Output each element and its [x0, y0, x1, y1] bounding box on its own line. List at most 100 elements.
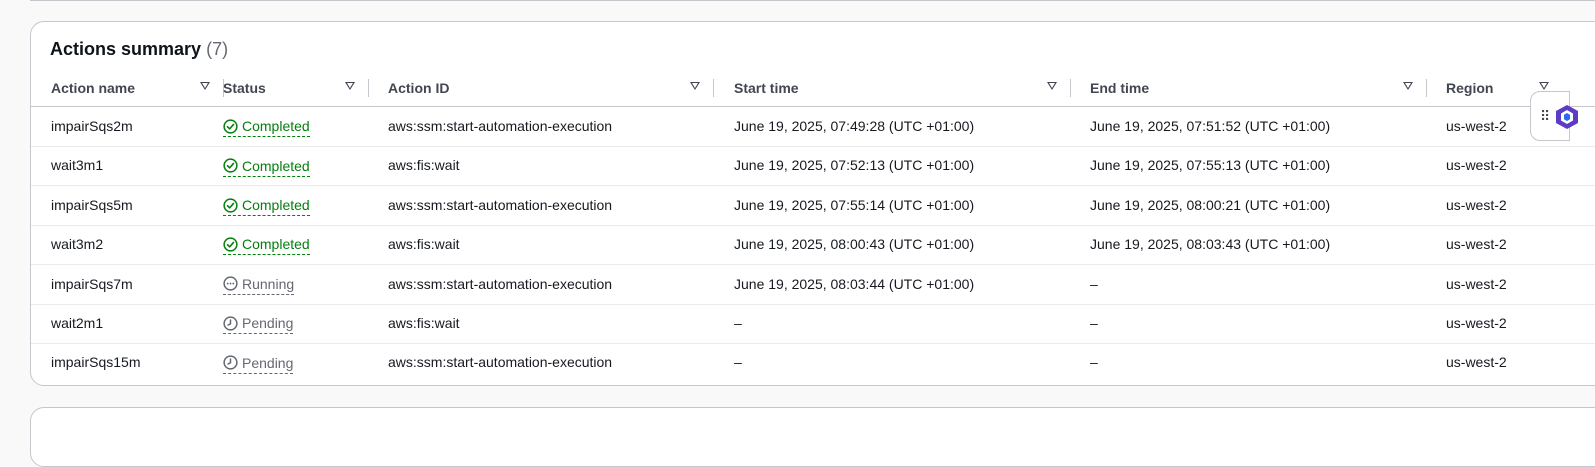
- cell-region: us-west-2: [1446, 275, 1507, 292]
- cell-end-time: June 19, 2025, 07:51:52 (UTC +01:00): [1090, 118, 1331, 134]
- cell-status: Pending: [223, 304, 294, 343]
- column-header-status[interactable]: Status: [223, 76, 388, 106]
- cell-region: us-west-2: [1446, 157, 1507, 174]
- cell-status: Completed: [223, 225, 310, 264]
- column-header-action-name[interactable]: Action name: [51, 76, 224, 106]
- cell-action-id: aws:fis:wait: [388, 315, 460, 331]
- cell-end-time: June 19, 2025, 07:55:13 (UTC +01:00): [1090, 157, 1331, 174]
- cell-start-time: –: [734, 354, 742, 371]
- cell-start-time: June 19, 2025, 08:00:43 (UTC +01:00): [734, 236, 975, 253]
- cell-status: Completed: [223, 186, 310, 225]
- hexagon-logo-icon[interactable]: [1555, 104, 1579, 130]
- column-header-label: Start time: [734, 80, 799, 96]
- sort-caret-down-icon[interactable]: [345, 82, 355, 90]
- column-header-action-id[interactable]: Action ID: [388, 76, 714, 106]
- cell-status: Pending: [223, 343, 294, 382]
- cell-action-name: impairSqs7m: [51, 275, 133, 292]
- cell-end-time: –: [1090, 275, 1098, 292]
- column-header-label: Region: [1446, 80, 1494, 96]
- cell-start-time: June 19, 2025, 07:52:13 (UTC +01:00): [734, 157, 975, 174]
- table-row: impairSqs15m Pending aws:ssm:start-automat…: [31, 343, 1595, 382]
- cell-start-time: June 19, 2025, 08:03:44 (UTC +01:00): [734, 275, 975, 292]
- cell-action-name: impairSqs15m: [51, 354, 141, 371]
- status-label: Completed: [242, 236, 310, 253]
- cell-end-time: June 19, 2025, 08:00:21 (UTC +01:00): [1090, 196, 1331, 213]
- table-row: wait3m2 Completed aws:fis:wait June 19, 202…: [31, 225, 1595, 266]
- panel-title-count: (7): [206, 39, 229, 59]
- cell-end-time: –: [1090, 354, 1098, 371]
- sort-caret-down-icon[interactable]: [1539, 82, 1549, 90]
- cell-end-time: June 19, 2025, 08:03:43 (UTC +01:00): [1090, 236, 1331, 253]
- status-label: Running: [242, 275, 295, 292]
- status-label: Pending: [242, 315, 294, 332]
- cell-region: us-west-2: [1446, 196, 1507, 213]
- status-label: Completed: [242, 197, 310, 214]
- column-resizer[interactable]: [1070, 79, 1071, 97]
- status-indicator[interactable]: Running: [223, 275, 295, 295]
- status-label: Pending: [242, 354, 294, 371]
- column-header-start-time[interactable]: Start time: [734, 76, 1071, 106]
- column-resizer[interactable]: [713, 79, 714, 97]
- cell-action-id: aws:ssm:start-automation-execution: [388, 118, 613, 134]
- cell-status: Completed: [223, 107, 310, 146]
- status-label: Completed: [242, 157, 310, 174]
- drag-handle-icon[interactable]: ⠿: [1540, 109, 1550, 123]
- column-header-label: Action ID: [388, 80, 450, 96]
- sort-caret-down-icon[interactable]: [1047, 82, 1057, 90]
- column-header-label: Status: [223, 80, 266, 96]
- column-resizer[interactable]: [1426, 79, 1427, 97]
- status-indicator[interactable]: Completed: [223, 117, 310, 138]
- panel-title: Actions summary (7): [50, 39, 228, 60]
- check-circle-icon: [223, 119, 238, 134]
- table-header: Action name Status Action ID Start time …: [31, 76, 1595, 107]
- column-header-end-time[interactable]: End time: [1090, 76, 1427, 106]
- cell-region: us-west-2: [1446, 315, 1507, 331]
- status-indicator[interactable]: Completed: [223, 157, 310, 177]
- cell-status: Completed: [223, 146, 310, 185]
- cell-start-time: June 19, 2025, 07:55:14 (UTC +01:00): [734, 196, 975, 213]
- top-separator: [30, 0, 1595, 3]
- cell-region: us-west-2: [1446, 118, 1507, 134]
- status-indicator[interactable]: Pending: [223, 314, 294, 335]
- cell-action-id: aws:ssm:start-automation-execution: [388, 354, 613, 371]
- cell-action-name: impairSqs5m: [51, 196, 133, 213]
- cell-start-time: June 19, 2025, 07:49:28 (UTC +01:00): [734, 118, 975, 134]
- check-circle-icon: [223, 237, 238, 252]
- cell-action-name: wait3m1: [51, 157, 104, 174]
- cell-start-time: –: [734, 315, 742, 331]
- cell-action-name: wait3m2: [51, 236, 104, 253]
- status-indicator[interactable]: Pending: [223, 354, 294, 374]
- cell-action-name: impairSqs2m: [51, 118, 133, 134]
- panel-title-text: Actions summary: [50, 39, 202, 59]
- cell-end-time: –: [1090, 315, 1098, 331]
- clock-icon: [223, 316, 238, 331]
- table-row: impairSqs5m Completed aws:ssm:start-automa…: [31, 186, 1595, 226]
- check-circle-icon: [223, 158, 238, 173]
- ellipsis-circle-icon: [223, 276, 238, 292]
- resources-panel-title-clipped: [51, 426, 191, 446]
- sort-caret-down-icon[interactable]: [200, 82, 210, 90]
- cell-action-id: aws:fis:wait: [388, 157, 460, 174]
- actions-summary-panel: Actions summary (7) Action name Status A…: [30, 21, 1595, 386]
- table-row: impairSqs7m Running aws:ssm:start-automati…: [31, 265, 1595, 305]
- table-row: impairSqs2m Completed aws:ssm:start-automa…: [31, 107, 1595, 147]
- sort-caret-down-icon[interactable]: [1403, 82, 1413, 90]
- cell-action-id: aws:ssm:start-automation-execution: [388, 196, 613, 213]
- clock-icon: [223, 355, 238, 370]
- sort-caret-down-icon[interactable]: [690, 82, 700, 90]
- table-row: wait3m1 Completed aws:fis:wait June 19, 202…: [31, 146, 1595, 187]
- cell-action-id: aws:fis:wait: [388, 236, 460, 253]
- check-circle-icon: [223, 197, 238, 213]
- cell-status: Running: [223, 265, 295, 304]
- status-indicator[interactable]: Completed: [223, 196, 310, 217]
- column-header-label: Action name: [51, 80, 136, 96]
- column-header-label: End time: [1090, 80, 1150, 96]
- cell-region: us-west-2: [1446, 236, 1507, 253]
- table-row: wait2m1 Pending aws:fis:wait – – us-west-2: [31, 304, 1595, 344]
- column-resizer[interactable]: [368, 79, 369, 97]
- status-label: Completed: [242, 118, 310, 135]
- cell-action-id: aws:ssm:start-automation-execution: [388, 275, 613, 292]
- status-indicator[interactable]: Completed: [223, 235, 310, 256]
- assistant-panel-handle[interactable]: ⠿: [1530, 91, 1578, 141]
- cell-region: us-west-2: [1446, 354, 1507, 371]
